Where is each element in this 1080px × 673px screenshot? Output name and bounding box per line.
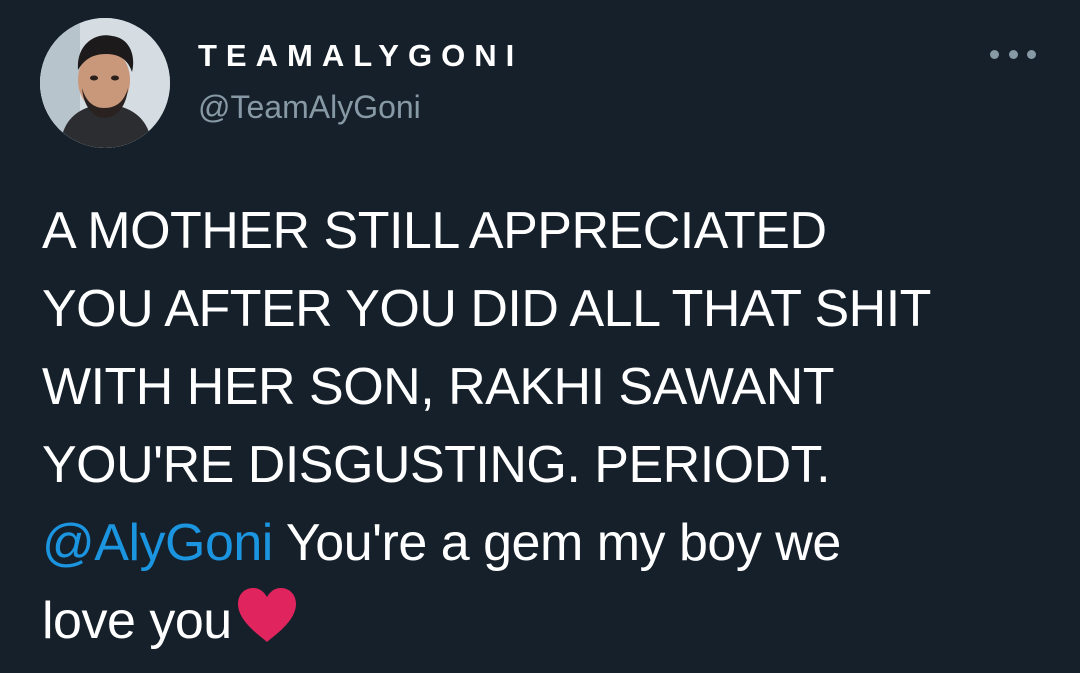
tweet-text-line: YOU AFTER YOU DID ALL THAT SHIT: [42, 280, 931, 338]
more-options-button[interactable]: [990, 36, 1036, 72]
more-horizontal-icon: [1027, 49, 1036, 59]
tweet-text-line: @AlyGoni You're a gem my boy we: [42, 504, 1052, 582]
avatar[interactable]: [40, 18, 170, 148]
tweet-card: TEAMALYGONI @TeamAlyGoni A MOTHER STILL …: [0, 0, 1080, 673]
tweet-text-segment: love you: [42, 592, 232, 650]
display-name[interactable]: TEAMALYGONI: [198, 36, 523, 76]
avatar-image: [40, 18, 170, 148]
tweet-text: A MOTHER STILL APPRECIATED YOU AFTER YOU…: [42, 192, 1052, 660]
tweet-text-line: A MOTHER STILL APPRECIATED: [42, 202, 827, 260]
mention-link[interactable]: @AlyGoni: [42, 514, 273, 572]
user-handle[interactable]: @TeamAlyGoni: [198, 86, 421, 128]
more-horizontal-icon: [1008, 49, 1018, 59]
tweet-text-segment: You're a gem my boy we: [272, 514, 841, 572]
heart-icon: [237, 588, 296, 642]
tweet-text-line: YOU'RE DISGUSTING. PERIODT.: [42, 436, 831, 494]
more-horizontal-icon: [990, 49, 999, 59]
tweet-text-line: WITH HER SON, RAKHI SAWANT: [42, 358, 835, 416]
tweet-text-line: love you: [42, 582, 1052, 660]
